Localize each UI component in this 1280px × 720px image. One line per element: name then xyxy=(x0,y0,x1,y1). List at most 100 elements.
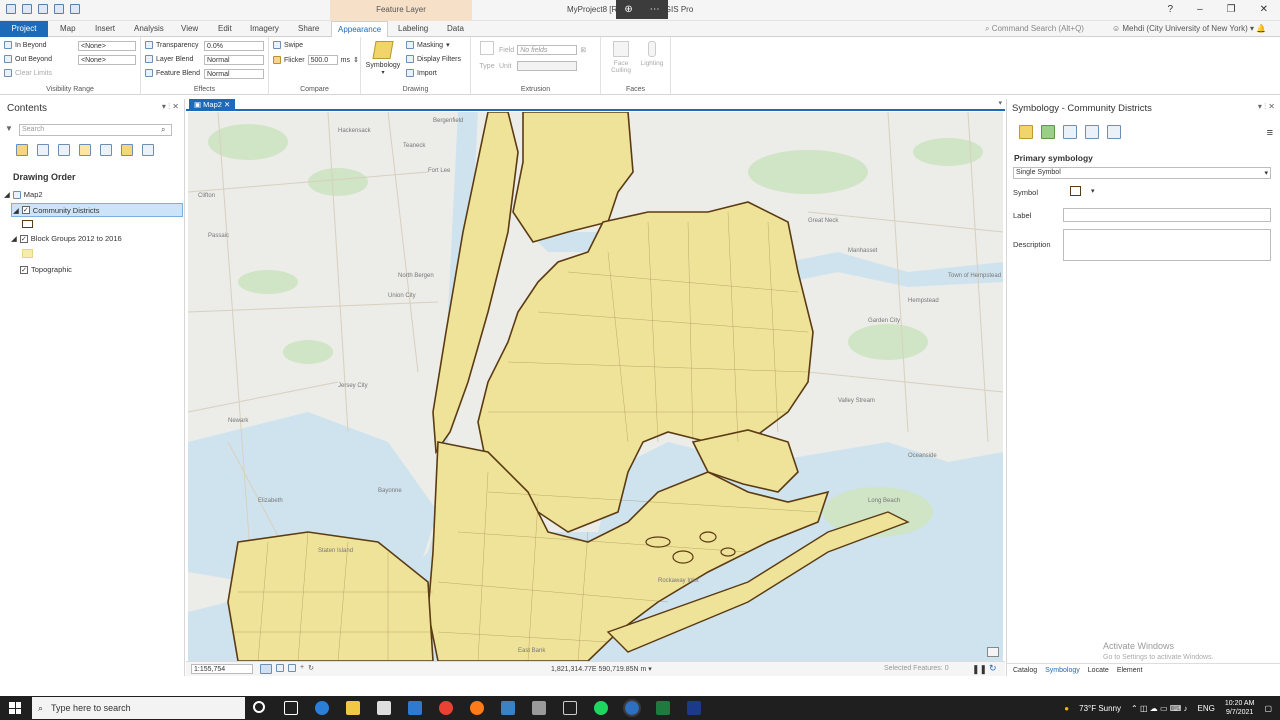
layer-visibility-checkbox[interactable]: ✓ xyxy=(21,206,30,214)
close-icon[interactable]: ✕ xyxy=(222,100,230,109)
data-source-icon[interactable] xyxy=(37,144,49,156)
app-icon[interactable] xyxy=(687,701,701,715)
labeling-icon[interactable] xyxy=(121,144,133,156)
layer-topographic[interactable]: ✓ Topographic xyxy=(20,265,72,274)
save-icon[interactable] xyxy=(38,4,48,14)
tab-project[interactable]: Project xyxy=(0,21,48,37)
filter-icon[interactable] xyxy=(1085,125,1099,139)
pane-controls[interactable]: ▾ ⫶ ✕ xyxy=(1258,102,1275,112)
expression-icon[interactable]: ⊠ xyxy=(580,46,586,54)
tab-view[interactable]: View xyxy=(181,21,198,37)
layer-block-groups[interactable]: ◢ ✓ Block Groups 2012 to 2016 xyxy=(11,234,122,243)
tab-map2[interactable]: ▣ Map2 ✕ xyxy=(189,99,236,111)
tab-share[interactable]: Share xyxy=(298,21,319,37)
tab-map[interactable]: Map xyxy=(60,21,76,37)
tab-analysis[interactable]: Analysis xyxy=(134,21,164,37)
more-icon[interactable]: ⋯ xyxy=(650,4,660,15)
menu-icon[interactable]: ≡ xyxy=(1267,127,1273,139)
open-project-icon[interactable] xyxy=(22,4,32,14)
terminal-icon[interactable] xyxy=(563,701,577,715)
mail-icon[interactable] xyxy=(408,701,422,715)
out-beyond-dropdown[interactable]: <None> xyxy=(78,55,136,65)
tab-insert[interactable]: Insert xyxy=(95,21,115,37)
flicker-input[interactable]: 500.0 xyxy=(307,55,338,65)
layer-blend-dropdown[interactable]: Normal xyxy=(204,55,264,65)
excel-icon[interactable] xyxy=(656,701,670,715)
symbology-button[interactable]: Symbology ▾ xyxy=(365,41,401,76)
symbol-swatch[interactable] xyxy=(22,249,33,258)
in-beyond-dropdown[interactable]: <None> xyxy=(78,41,136,51)
layer-visibility-checkbox[interactable]: ✓ xyxy=(20,265,28,274)
firefox-icon[interactable] xyxy=(470,701,484,715)
notifications-icon[interactable]: ▢ xyxy=(1264,704,1272,713)
unit-dropdown[interactable] xyxy=(517,61,578,71)
table-icon[interactable] xyxy=(288,664,296,672)
advanced-icon[interactable] xyxy=(1107,125,1121,139)
filter-icon[interactable]: ▼ xyxy=(5,124,14,133)
edge-icon[interactable] xyxy=(315,701,329,715)
overview-icon[interactable] xyxy=(987,647,999,657)
windows-start-icon[interactable] xyxy=(9,702,21,714)
transparency-input[interactable]: 0.0% xyxy=(204,41,264,51)
file-explorer-icon[interactable] xyxy=(346,701,360,715)
tab-locate[interactable]: Locate xyxy=(1088,667,1109,674)
layer-visibility-checkbox[interactable]: ✓ xyxy=(19,234,28,243)
clear-limits-button[interactable]: Clear Limits xyxy=(4,69,52,77)
clock[interactable]: 10:20 AM 9/7/2021 xyxy=(1225,699,1255,717)
tray-icons[interactable]: ⌃ ◫ ☁ ▭ ⌨ ♪ xyxy=(1131,704,1187,713)
tab-appearance[interactable]: Appearance xyxy=(331,21,389,37)
primary-symbology-icon[interactable] xyxy=(1019,125,1033,139)
spinner-icon[interactable]: ⇕ xyxy=(353,56,359,64)
taskbar-search[interactable]: ⌕ Type here to search xyxy=(32,697,245,719)
zoom-overlay[interactable]: ⊕ ⋯ xyxy=(616,0,668,19)
user-account[interactable]: ☺ Mehdi (City University of New York) ▾ … xyxy=(1112,24,1266,33)
face-culling-button[interactable]: Face Culling xyxy=(607,41,635,74)
snapping-icon[interactable] xyxy=(100,144,112,156)
symbol-swatch[interactable] xyxy=(1070,186,1081,196)
basemap-and-layers[interactable]: Hackensack Teaneck Fort Lee Bergenfield … xyxy=(188,112,1003,661)
scale-dropdown[interactable]: 1:155,754 xyxy=(191,664,253,674)
notification-icon[interactable]: ▾ 🔔 xyxy=(1248,24,1266,33)
app-icon[interactable] xyxy=(532,701,546,715)
chevron-down-icon[interactable]: ▾ xyxy=(646,666,652,673)
pane-controls[interactable]: ▾ ⫶ ✕ xyxy=(162,102,179,112)
rotate-icon[interactable]: ↻ xyxy=(308,664,314,674)
language-indicator[interactable]: ENG xyxy=(1198,704,1215,713)
search-icon[interactable]: ⌕ xyxy=(161,125,165,135)
lighting-button[interactable]: Lighting xyxy=(637,41,667,67)
tab-labeling[interactable]: Labeling xyxy=(398,21,428,37)
store-icon[interactable] xyxy=(377,701,391,715)
spotify-icon[interactable] xyxy=(594,701,608,715)
symbology-method-dropdown[interactable]: Single Symbol ▾ xyxy=(1013,167,1271,179)
tab-data[interactable]: Data xyxy=(447,21,464,37)
field-dropdown[interactable]: No fields xyxy=(517,45,578,55)
crosshair-icon[interactable]: + xyxy=(300,664,304,674)
description-input[interactable] xyxy=(1063,229,1271,261)
tab-imagery[interactable]: Imagery xyxy=(250,21,279,37)
chevron-down-icon[interactable]: ▾ xyxy=(1091,187,1095,195)
tab-symbology[interactable]: Symbology xyxy=(1045,667,1080,674)
symbol-layer-drawing-icon[interactable] xyxy=(1063,125,1077,139)
task-view-icon[interactable] xyxy=(284,701,298,715)
coordinate-readout[interactable]: 1,821,314.77E 590,719.85N m ▾ xyxy=(551,665,652,673)
flicker-icon[interactable] xyxy=(273,56,281,64)
redo-icon[interactable] xyxy=(70,4,80,14)
grid-icon[interactable] xyxy=(276,664,284,672)
type-button[interactable]: Type xyxy=(475,41,499,70)
import-button[interactable]: Import xyxy=(406,69,437,77)
chevron-down-icon[interactable]: ▾ xyxy=(998,99,1002,107)
weather-icon[interactable]: ● xyxy=(1064,704,1069,713)
cortana-icon[interactable] xyxy=(253,701,265,713)
layer-community-districts[interactable]: ◢ ✓ Community Districts xyxy=(11,203,183,217)
perspective-icon[interactable] xyxy=(142,144,154,156)
selection-icon[interactable] xyxy=(58,144,70,156)
help-button[interactable]: ? xyxy=(1168,4,1174,15)
command-search[interactable]: ⌕ Command Search (Alt+Q) xyxy=(985,24,1084,34)
app-icon[interactable] xyxy=(501,701,515,715)
symbol-swatch[interactable] xyxy=(22,220,33,228)
new-project-icon[interactable] xyxy=(6,4,16,14)
tab-catalog[interactable]: Catalog xyxy=(1013,667,1037,674)
chrome-icon[interactable] xyxy=(439,701,453,715)
map-canvas[interactable]: Hackensack Teaneck Fort Lee Bergenfield … xyxy=(188,112,1003,661)
weather-text[interactable]: 73°F Sunny xyxy=(1079,704,1121,713)
